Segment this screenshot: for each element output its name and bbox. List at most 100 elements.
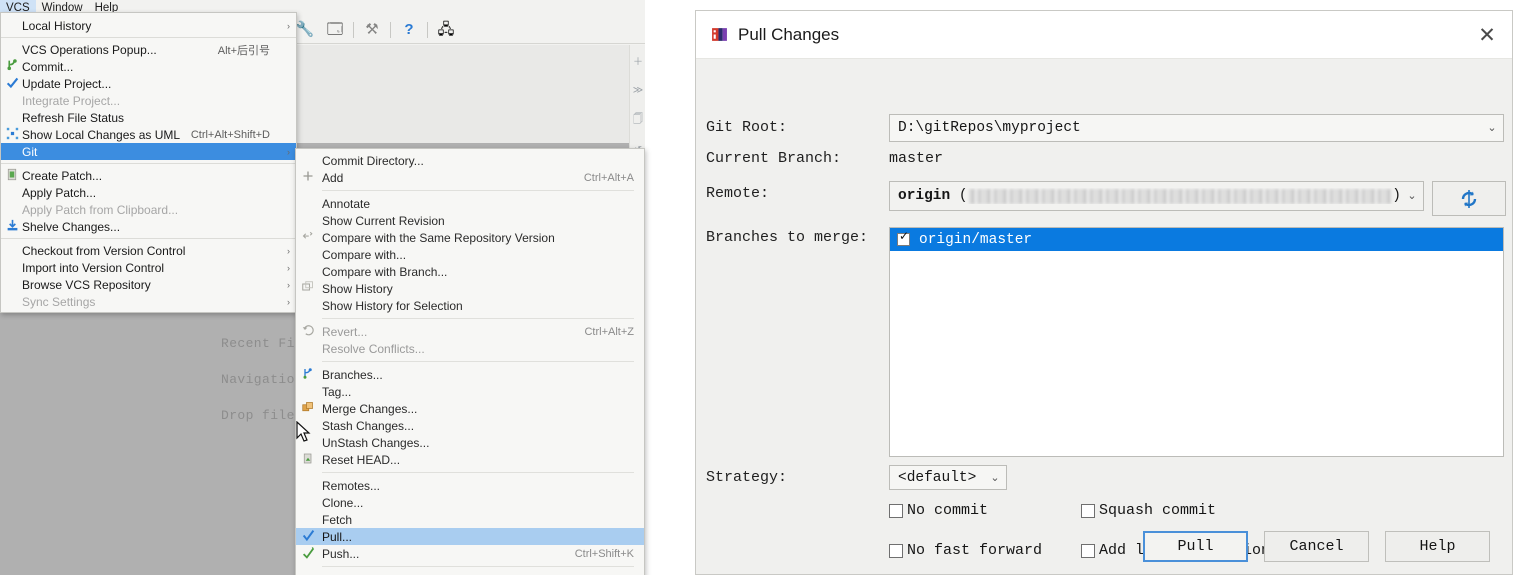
git-menu-item-show-history[interactable]: Show History: [296, 280, 644, 297]
shelve-icon: [4, 219, 20, 235]
vcs-menu-item-label: Git: [22, 144, 38, 159]
vcs-menu-item-label: Create Patch...: [22, 168, 103, 183]
chevron-right-icon: ›: [287, 20, 290, 31]
vcs-menu-item-update-project[interactable]: Update Project...: [1, 75, 296, 92]
vcs-menu-item-integrate-project: Integrate Project...: [1, 92, 296, 109]
git-menu-item-label: Compare with Branch...: [322, 264, 448, 279]
vcs-menu-item-show-local-changes-as-uml[interactable]: Show Local Changes as UML Ctrl+Alt+Shift+…: [1, 126, 296, 143]
vcs-menu-item-label: VCS Operations Popup...: [22, 42, 157, 57]
vcs-menu[interactable]: Local History › VCS Operations Popup... Alt…: [0, 12, 297, 313]
strategy-value: <default>: [898, 469, 977, 486]
git-menu-item-label: Stash Changes...: [322, 418, 415, 433]
git-menu-item-label: Clone...: [322, 495, 364, 510]
revert-icon: [300, 324, 316, 339]
cancel-button[interactable]: Cancel: [1264, 531, 1369, 562]
git-menu-item-rebase[interactable]: Rebase...: [296, 571, 644, 575]
vcs-menu-item-import-into-version-control[interactable]: Import into Version Control ›: [1, 259, 296, 276]
branches-listbox[interactable]: origin/master: [889, 227, 1504, 457]
squash-commit-checkbox[interactable]: Squash commit: [1081, 502, 1216, 519]
chevron-right-icon: ›: [287, 245, 290, 256]
vcs-menu-item-refresh-file-status[interactable]: Refresh File Status: [1, 109, 296, 126]
refresh-remotes-button[interactable]: [1432, 181, 1506, 216]
squash-commit-label: Squash commit: [1099, 502, 1217, 519]
hammer-icon[interactable]: ⚒: [357, 17, 387, 43]
dialog-titlebar: Pull Changes ✕: [696, 11, 1512, 59]
chevron-down-icon: ⌄: [1407, 191, 1417, 203]
plus-icon[interactable]: ＋: [630, 45, 646, 75]
git-menu-item-fetch[interactable]: Fetch: [296, 511, 644, 528]
vcs-menu-item-label: Browse VCS Repository: [22, 277, 151, 292]
vcs-menu-item-local-history[interactable]: Local History ›: [1, 17, 296, 34]
git-menu-item-show-history-for-selection[interactable]: Show History for Selection: [296, 297, 644, 314]
git-menu-item-push[interactable]: Push... Ctrl+Shift+K: [296, 545, 644, 562]
git-menu-item-clone[interactable]: Clone...: [296, 494, 644, 511]
vcs-menu-item-label: Shelve Changes...: [22, 219, 121, 234]
git-menu-item-compare-with-the-same-repository-version[interactable]: Compare with the Same Repository Version: [296, 229, 644, 246]
strategy-combobox[interactable]: <default> ⌄: [889, 465, 1007, 490]
git-menu-item-unstash-changes[interactable]: UnStash Changes...: [296, 434, 644, 451]
git-menu-item-branches[interactable]: Branches...: [296, 366, 644, 383]
git-menu-item-label: Compare with...: [322, 247, 407, 262]
git-menu-item-label: Merge Changes...: [322, 401, 418, 416]
toolbar-divider: [353, 21, 354, 38]
branch-list-item[interactable]: origin/master: [890, 228, 1503, 251]
add-icon: [300, 170, 316, 185]
git-menu-item-reset-head[interactable]: Reset HEAD...: [296, 451, 644, 468]
vcs-menu-item-git[interactable]: Git ›: [1, 143, 296, 160]
vcs-menu-item-browse-vcs-repository[interactable]: Browse VCS Repository ›: [1, 276, 296, 293]
current-branch-value: master: [889, 150, 944, 167]
git-menu-item-annotate[interactable]: Annotate: [296, 195, 644, 212]
git-menu-item-add[interactable]: Add Ctrl+Alt+A: [296, 169, 644, 186]
git-menu-item-pull[interactable]: Pull...: [296, 528, 644, 545]
ide-toolbar: 🔧 🗔 ⚒ ? 🖧: [290, 16, 645, 44]
menu-separator: [322, 566, 634, 567]
vcs-menu-item-commit[interactable]: Commit...: [1, 58, 296, 75]
vcs-menu-item-create-patch[interactable]: Create Patch...: [1, 167, 296, 184]
vcs-menu-item-label: Checkout from Version Control: [22, 243, 186, 258]
uml-icon: [4, 127, 20, 143]
deploy-icon[interactable]: 🖧: [431, 17, 461, 43]
git-root-combobox[interactable]: D:\gitRepos\myproject ⌄: [889, 114, 1504, 142]
no-commit-checkbox[interactable]: No commit: [889, 502, 988, 519]
menu-separator: [322, 318, 634, 319]
chevron-down-icon: ⌄: [990, 472, 1000, 485]
vcs-menu-item-apply-patch-from-clipboard: Apply Patch from Clipboard...: [1, 201, 296, 218]
git-menu-item-compare-with[interactable]: Compare with...: [296, 246, 644, 263]
git-menu-item-tag[interactable]: Tag...: [296, 383, 644, 400]
vcs-menu-item-vcs-operations-popup[interactable]: VCS Operations Popup... Alt+后引号: [1, 41, 296, 58]
vcs-menu-item-shelve-changes[interactable]: Shelve Changes...: [1, 218, 296, 235]
strategy-label: Strategy:: [706, 469, 788, 486]
chevron-right-icon: ›: [287, 296, 290, 307]
compare-strip-icon[interactable]: ≫: [630, 75, 646, 105]
vcs-menu-item-label: Local History: [22, 18, 92, 33]
help-icon[interactable]: ?: [394, 17, 424, 43]
git-menu-item-stash-changes[interactable]: Stash Changes...: [296, 417, 644, 434]
vcs-menu-item-apply-patch[interactable]: Apply Patch...: [1, 184, 296, 201]
close-icon[interactable]: ✕: [1476, 24, 1498, 47]
vcs-menu-item-checkout-from-version-control[interactable]: Checkout from Version Control ›: [1, 242, 296, 259]
settings-icon[interactable]: 🗔: [320, 17, 350, 43]
current-branch-label: Current Branch:: [706, 150, 842, 167]
git-root-value: D:\gitRepos\myproject: [898, 120, 1081, 136]
git-menu-item-compare-with-branch[interactable]: Compare with Branch...: [296, 263, 644, 280]
git-menu-item-commit-directory[interactable]: Commit Directory...: [296, 152, 644, 169]
update-icon: [4, 76, 20, 92]
help-button[interactable]: Help: [1385, 531, 1490, 562]
git-menu-item-remotes[interactable]: Remotes...: [296, 477, 644, 494]
no-commit-label: No commit: [907, 502, 989, 519]
vcs-menu-item-sync-settings: Sync Settings ›: [1, 293, 296, 310]
git-menu-item-label: Add: [322, 170, 344, 185]
vcs-menu-item-label: Refresh File Status: [22, 110, 125, 125]
toolbar-divider: [390, 21, 391, 38]
git-menu-item-resolve-conflicts: Resolve Conflicts...: [296, 340, 644, 357]
branch-checkbox[interactable]: [897, 231, 910, 246]
git-submenu[interactable]: Commit Directory... Add Ctrl+Alt+A Annotate…: [295, 148, 645, 575]
git-menu-item-label: Push...: [322, 546, 360, 561]
remote-combobox[interactable]: origin ( ) ⌄: [889, 181, 1424, 211]
pull-icon: [300, 529, 316, 545]
chevron-right-icon: ›: [287, 146, 290, 157]
git-menu-item-merge-changes[interactable]: Merge Changes...: [296, 400, 644, 417]
git-menu-item-show-current-revision[interactable]: Show Current Revision: [296, 212, 644, 229]
pull-button[interactable]: Pull: [1143, 531, 1248, 562]
history-strip-icon[interactable]: 🗍: [630, 105, 646, 135]
